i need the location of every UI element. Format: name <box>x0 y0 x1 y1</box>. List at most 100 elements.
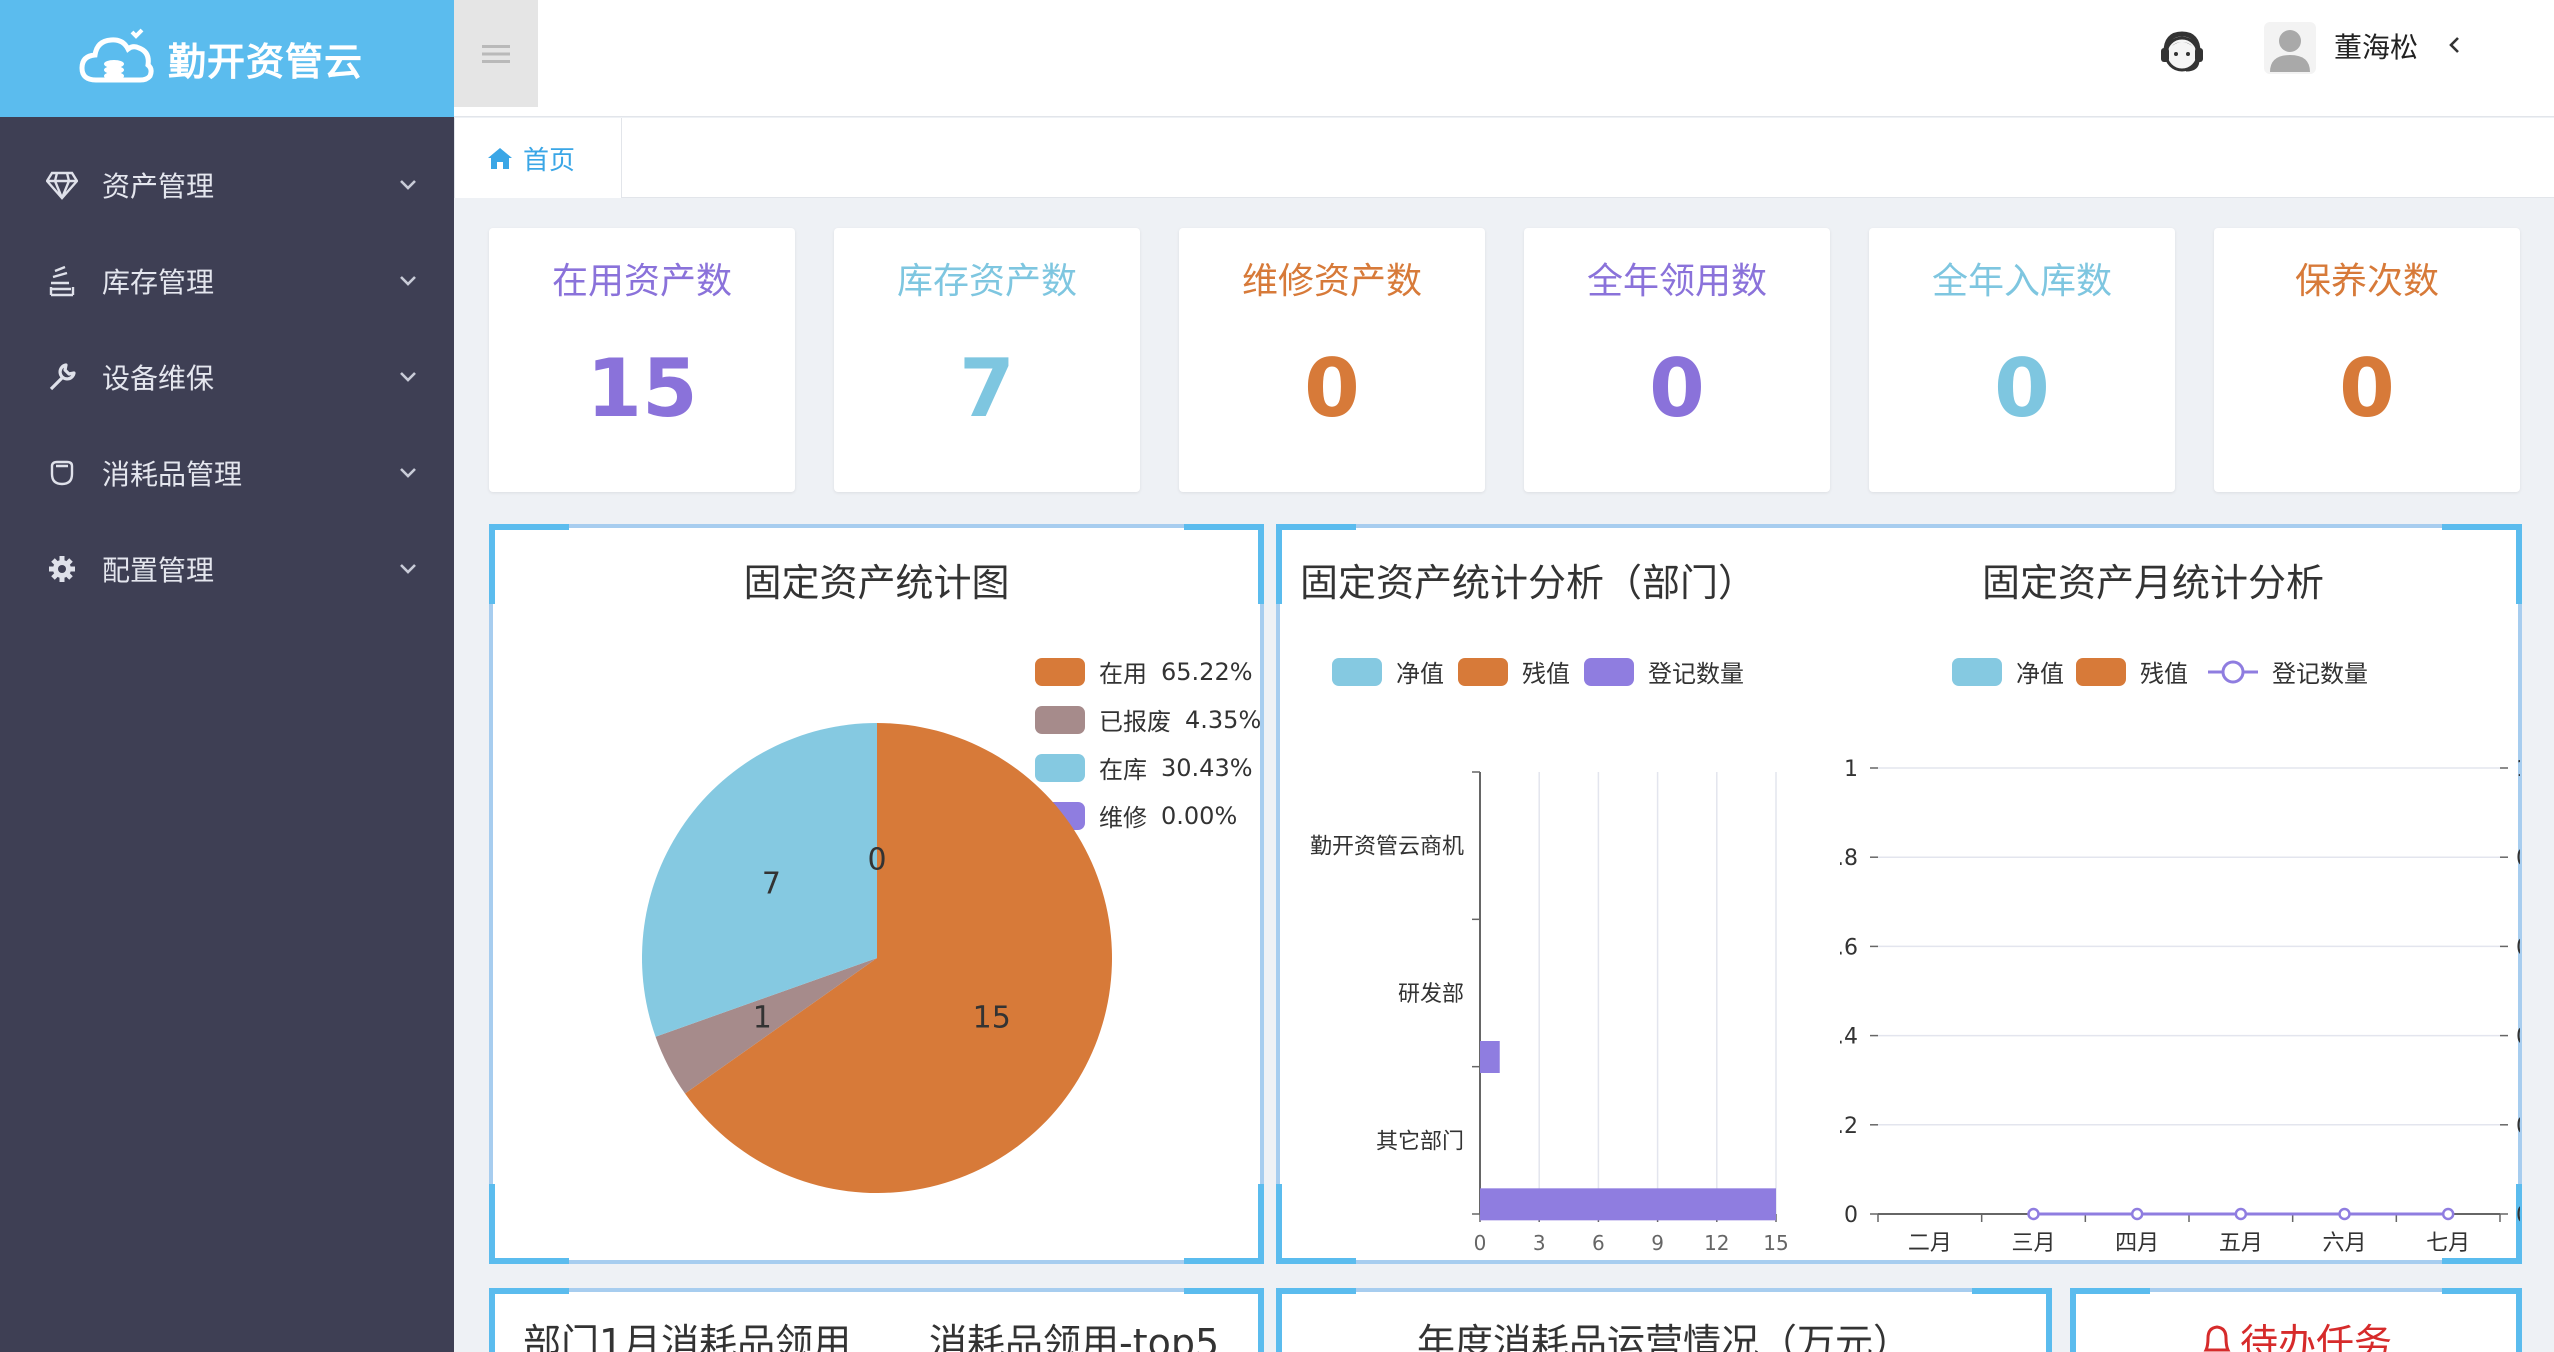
x-tick-label: 15 <box>1763 1231 1788 1255</box>
right-y-tick-label: 0.8 <box>2516 846 2520 871</box>
stat-value: 0 <box>1649 342 1705 435</box>
stat-value: 0 <box>1304 342 1360 435</box>
top-bar: 董海松 <box>454 0 2554 117</box>
statistics-panel: 固定资产统计分析（部门） 固定资产月统计分析 净值 残值 登记数量 净值 残值 … <box>1276 524 2522 1264</box>
x-tick-label: 9 <box>1651 1231 1664 1255</box>
consumables-panel: 部门1月消耗品领用 消耗品领用-top5 <box>489 1288 1264 1352</box>
stat-card-maintenance-count[interactable]: 保养次数 0 <box>2214 228 2520 492</box>
stat-card-annual-issued[interactable]: 全年领用数 0 <box>1524 228 1830 492</box>
panel-corner <box>2442 1288 2522 1294</box>
panel-corner <box>489 1288 569 1294</box>
username[interactable]: 董海松 <box>2334 26 2418 66</box>
x-tick-label: 三月 <box>2011 1231 2055 1256</box>
x-tick-label: 六月 <box>2322 1231 2366 1256</box>
brand-logo[interactable]: 勤开资管云 <box>0 0 454 117</box>
panel-corner <box>1276 1288 1356 1294</box>
right-y-tick-label: 0.4 <box>2516 1025 2520 1050</box>
department-consumables-title: 部门1月消耗品领用 <box>523 1321 852 1352</box>
stat-title: 库存资产数 <box>896 261 1077 302</box>
x-tick-label: 五月 <box>2219 1231 2263 1256</box>
stat-card-annual-stocked[interactable]: 全年入库数 0 <box>1869 228 2175 492</box>
y-tick-label: 0 <box>1844 1203 1858 1228</box>
stat-title: 在用资产数 <box>551 261 732 302</box>
chevron-down-icon <box>400 564 416 574</box>
x-tick-label: 七月 <box>2426 1231 2470 1256</box>
gear-icon <box>44 551 80 587</box>
pie-chart: 15 1 7 0 <box>642 723 1112 1193</box>
chevron-down-icon <box>400 468 416 478</box>
y-tick-label: 0.6 <box>1840 935 1858 960</box>
line-point <box>2234 1207 2248 1221</box>
right-y-tick-label: 0.2 <box>2516 1114 2520 1139</box>
x-tick-label: 二月 <box>1908 1231 1952 1256</box>
sidebar-item-inventory-management[interactable]: 库存管理 <box>0 233 454 329</box>
pie-slice-label: 0 <box>867 842 886 877</box>
panel-corner <box>489 1288 495 1352</box>
tab-home-label: 首页 <box>523 145 576 176</box>
stat-card-repair[interactable]: 维修资产数 0 <box>1179 228 1485 492</box>
stack-icon <box>44 263 80 299</box>
todo-title-label: 待办任务 <box>2239 1321 2392 1352</box>
brand-name: 勤开资管云 <box>168 40 364 84</box>
user-avatar[interactable] <box>2264 22 2316 74</box>
stat-card-in-stock[interactable]: 库存资产数 7 <box>834 228 1140 492</box>
annual-consumables-panel: 年度消耗品运营情况（万元） <box>1276 1288 2052 1352</box>
line-point <box>2130 1207 2144 1221</box>
x-tick-label: 3 <box>1533 1231 1546 1255</box>
stat-title: 保养次数 <box>2294 261 2439 302</box>
wrench-icon <box>44 359 80 395</box>
pie-slice-label: 7 <box>762 866 781 901</box>
y-tick-label: 其它部门 <box>1376 1129 1464 1154</box>
sidebar-item-maintenance[interactable]: 设备维保 <box>0 329 454 425</box>
sidebar-item-label: 消耗品管理 <box>102 458 243 491</box>
y-tick-label: 0.4 <box>1840 1025 1858 1050</box>
chevron-down-icon <box>400 276 416 286</box>
x-tick-label: 6 <box>1592 1231 1605 1255</box>
bell-icon <box>2203 1325 2231 1352</box>
sidebar-item-configuration[interactable]: 配置管理 <box>0 521 454 617</box>
sidebar-item-consumables[interactable]: 消耗品管理 <box>0 425 454 521</box>
line-point <box>2441 1207 2455 1221</box>
pie-slice-label: 1 <box>753 1000 772 1035</box>
bar <box>1480 1041 1500 1073</box>
x-tick-label: 12 <box>1704 1231 1729 1255</box>
stat-title: 全年领用数 <box>1586 261 1767 302</box>
sidebar-item-label: 配置管理 <box>102 554 215 587</box>
stat-value: 0 <box>1994 342 2050 435</box>
stat-value: 15 <box>586 342 698 435</box>
consumables-top5-title: 消耗品领用-top5 <box>929 1321 1220 1352</box>
line-point <box>2027 1207 2040 1221</box>
stat-value: 0 <box>2339 342 2395 435</box>
stat-title: 维修资产数 <box>1241 261 1422 302</box>
tab-home[interactable]: 首页 <box>454 118 622 198</box>
sidebar-item-asset-management[interactable]: 资产管理 <box>0 137 454 233</box>
pie-chart-panel: 固定资产统计图 在用 65.22% 已报废 4.35% 在库 30.43% 维修… <box>489 524 1264 1264</box>
customer-service-icon[interactable] <box>2154 24 2210 80</box>
sidebar-item-label: 设备维保 <box>102 362 215 395</box>
todo-panel: 待办任务 <box>2070 1288 2522 1352</box>
department-bar-chart: 0 3 6 9 12 15 勤开资管云商机研发部其它部门 <box>1310 771 1789 1255</box>
line-point <box>2338 1207 2351 1221</box>
annual-consumables-title: 年度消耗品运营情况（万元） <box>1416 1321 1911 1352</box>
sidebar-menu: 资产管理 库存管理 设备维保 消耗品管理 配置管理 <box>0 137 454 617</box>
right-y-tick-label: 0 <box>2516 1203 2520 1228</box>
diamond-icon <box>44 167 80 203</box>
sidebar: 勤开资管云 资产管理 库存管理 设备维保 消耗品管理 配置管理 <box>0 0 454 1352</box>
chevron-down-icon <box>400 372 416 382</box>
bar <box>1480 1188 1776 1221</box>
x-tick-label: 四月 <box>2115 1231 2159 1256</box>
chevron-left-icon[interactable] <box>2444 34 2466 56</box>
pie-slice-label: 15 <box>973 1000 1011 1035</box>
monthly-line-chart: 0 0 0.2 0.2 0.4 0.4 0.6 0.6 0.8 0.8 1 1 二月 三月 四月 五月 六月 七月 <box>1840 757 2520 1256</box>
x-tick-label: 0 <box>1474 1231 1487 1255</box>
stat-card-in-use[interactable]: 在用资产数 15 <box>489 228 795 492</box>
chevron-down-icon <box>400 180 416 190</box>
cloud-logo-icon <box>79 28 154 82</box>
sidebar-item-label: 资产管理 <box>102 170 215 203</box>
right-y-tick-label: 0.6 <box>2516 935 2520 960</box>
y-tick-label: 1 <box>1844 757 1858 782</box>
panel-corner <box>1184 1288 1264 1294</box>
cup-icon <box>44 455 80 491</box>
tab-strip: 首页 <box>454 118 2554 198</box>
menu-toggle-button[interactable] <box>454 0 538 107</box>
